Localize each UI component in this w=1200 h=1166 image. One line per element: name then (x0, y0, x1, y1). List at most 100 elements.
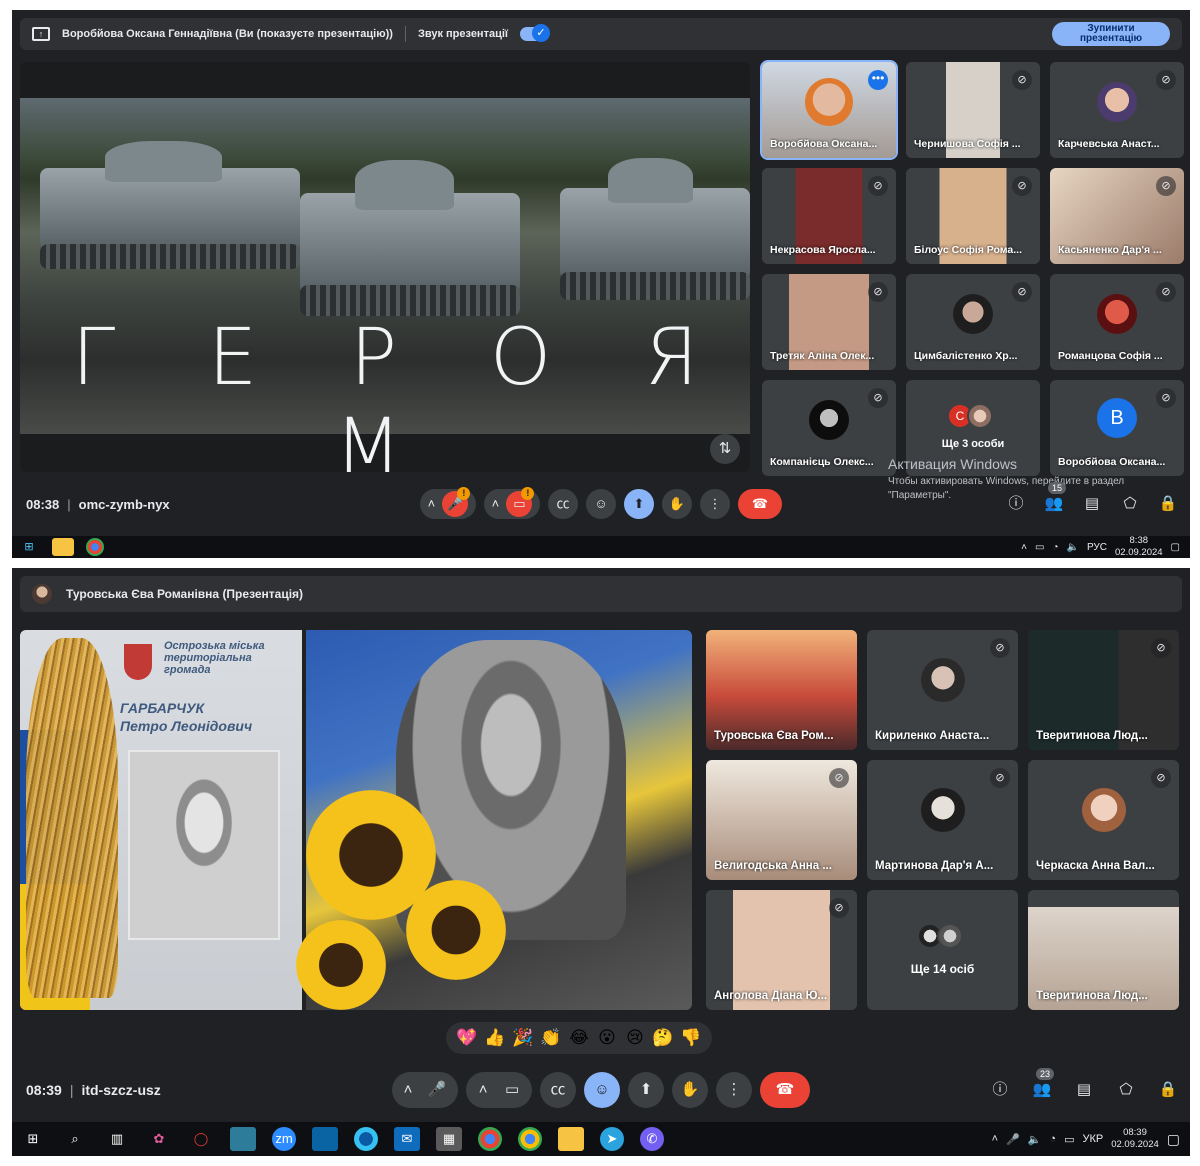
participant-tile[interactable]: ⊘ Третяк Аліна Олек... (762, 274, 896, 370)
file-explorer-icon[interactable] (52, 538, 74, 556)
participant-tile[interactable]: ⊘ Некрасова Яросла... (762, 168, 896, 264)
raise-hand-icon[interactable]: ✋ (662, 489, 692, 519)
wifi-icon[interactable]: ◔ (1052, 542, 1058, 553)
mic-off-icon[interactable]: 🎤! (442, 487, 471, 517)
notifications-icon[interactable]: ▢ (1167, 1131, 1180, 1148)
chevron-up-icon[interactable]: ˄ (992, 1133, 998, 1145)
participant-tile[interactable]: ⊘ Черкаска Анна Вал... (1028, 760, 1179, 880)
chat-icon[interactable]: ▤ (1074, 1080, 1094, 1100)
telegram-icon[interactable]: ➤ (600, 1127, 624, 1151)
search-icon[interactable]: ⌕ (62, 1127, 88, 1151)
windows-start-icon[interactable]: ⊞ (18, 538, 40, 556)
volume-icon[interactable]: 🔈 (1067, 542, 1079, 553)
captions-icon[interactable]: ㏄ (540, 1072, 576, 1108)
people-icon[interactable]: 👥 15 (1044, 482, 1067, 514)
taskbar-clock[interactable]: 8:38 02.09.2024 (1115, 535, 1163, 558)
participant-tile[interactable]: ⊘ Касьяненко Дар'я ... (1050, 168, 1184, 264)
raise-hand-icon[interactable]: ✋ (672, 1072, 708, 1108)
app-icon[interactable] (312, 1127, 338, 1151)
participant-tile[interactable]: ⊘ Чернишова Софія ... (906, 62, 1040, 158)
chevron-up-icon[interactable]: ˄ (479, 1072, 488, 1108)
mail-icon[interactable]: ✉ (394, 1127, 420, 1151)
opera-icon[interactable]: ◯ (188, 1127, 214, 1151)
captions-icon[interactable]: ㏄ (548, 489, 578, 519)
camera-control[interactable]: ˄ ▭! (484, 487, 540, 519)
end-call-button[interactable]: ☎ (760, 1072, 810, 1108)
sad-reaction[interactable]: 😢 (624, 1028, 646, 1048)
windows-start-icon[interactable]: ⊞ (20, 1127, 46, 1151)
participant-tile[interactable]: ••• Воробйова Оксана... (760, 60, 898, 160)
heart-reaction[interactable]: 💖 (456, 1028, 478, 1048)
participant-tile[interactable]: ⊘ Цимбалістенко Хр... (906, 274, 1040, 370)
camera-control[interactable]: ˄ ▭ (466, 1072, 532, 1108)
zoom-icon[interactable]: zm (272, 1127, 296, 1151)
wifi-icon[interactable]: ◔ (1049, 1133, 1056, 1145)
people-icon[interactable]: 👥 23 (1032, 1068, 1055, 1100)
thumbs-down-reaction[interactable]: 👎 (680, 1028, 702, 1048)
present-screen-icon[interactable]: ⬆ (624, 489, 654, 519)
participant-tile[interactable]: ⊘ Тверитинова Люд... (1028, 630, 1179, 750)
mic-icon[interactable]: 🎤 (1006, 1133, 1020, 1146)
participant-tile[interactable]: ⊘ Велигодська Анна ... (706, 760, 857, 880)
info-icon[interactable]: ⓘ (1006, 494, 1026, 514)
notifications-icon[interactable]: ▢ (1171, 542, 1180, 553)
chevron-up-icon[interactable]: ˄ (404, 1072, 413, 1108)
more-options-icon[interactable]: ⋮ (716, 1072, 752, 1108)
edge-icon[interactable] (354, 1127, 378, 1151)
chrome-icon[interactable] (86, 538, 104, 556)
task-view-icon[interactable]: ▥ (104, 1127, 130, 1151)
chevron-up-icon[interactable]: ˄ (492, 489, 500, 519)
language-indicator[interactable]: УКР (1082, 1133, 1103, 1145)
thinking-reaction[interactable]: 🤔 (652, 1028, 674, 1048)
viber-icon[interactable]: ✆ (640, 1127, 664, 1151)
mic-icon[interactable]: 🎤 (428, 1072, 447, 1108)
file-explorer-icon[interactable] (558, 1127, 584, 1151)
participant-tile[interactable]: ⊘ Білоус Софія Рома... (906, 168, 1040, 264)
chevron-up-icon[interactable]: ˄ (428, 489, 436, 519)
clap-reaction[interactable]: 👏 (540, 1028, 562, 1048)
language-indicator[interactable]: РУС (1087, 542, 1107, 553)
more-options-icon[interactable]: ••• (868, 70, 888, 90)
swap-layout-icon[interactable]: ⇅ (710, 434, 740, 464)
battery-icon[interactable]: ▭ (1035, 542, 1044, 553)
more-participants-tile[interactable]: Ще 14 осіб (867, 890, 1018, 1010)
thumbs-up-reaction[interactable]: 👍 (484, 1028, 506, 1048)
participant-tile[interactable]: ⊘ Мартинова Дар'я А... (867, 760, 1018, 880)
participant-tile[interactable]: ⊘ Карчевська Анаст... (1050, 62, 1184, 158)
presentation-sound-toggle[interactable] (520, 24, 550, 42)
mic-control[interactable]: ˄ 🎤 (392, 1072, 458, 1108)
activities-icon[interactable]: ⬠ (1116, 1080, 1136, 1100)
calculator-icon[interactable]: ▦ (436, 1127, 462, 1151)
laugh-reaction[interactable]: 😂 (568, 1028, 590, 1048)
emoji-reactions-icon[interactable]: ☺ (584, 1072, 620, 1108)
chrome-icon[interactable] (518, 1127, 542, 1151)
battery-icon[interactable]: ▭ (1064, 1133, 1074, 1146)
emoji-reactions-icon[interactable]: ☺ (586, 489, 616, 519)
participant-tile[interactable]: ⊘ Анголова Діана Ю... (706, 890, 857, 1010)
more-options-icon[interactable]: ⋮ (700, 489, 730, 519)
camera-icon[interactable]: ▭ (505, 1072, 519, 1108)
activities-icon[interactable]: ⬠ (1120, 494, 1140, 514)
host-controls-icon[interactable]: 🔒 (1158, 494, 1178, 514)
chevron-up-icon[interactable]: ˄ (1021, 542, 1027, 553)
mic-control[interactable]: ˄ 🎤! (420, 487, 476, 519)
info-icon[interactable]: ⓘ (990, 1080, 1010, 1100)
volume-icon[interactable]: 🔈 (1028, 1133, 1042, 1146)
participant-tile[interactable]: ⊘ Романцова Софія ... (1050, 274, 1184, 370)
end-call-button[interactable]: ☎ (738, 489, 782, 519)
host-controls-icon[interactable]: 🔒 (1158, 1080, 1178, 1100)
store-icon[interactable] (230, 1127, 256, 1151)
participant-tile[interactable]: ⊘ Компанієць Олекс... (762, 380, 896, 476)
camera-off-icon[interactable]: ▭! (506, 487, 535, 517)
app-icon[interactable]: ✿ (146, 1127, 172, 1151)
surprised-reaction[interactable]: 😮 (596, 1028, 618, 1048)
chat-icon[interactable]: ▤ (1082, 494, 1102, 514)
party-reaction[interactable]: 🎉 (512, 1028, 534, 1048)
chrome-icon[interactable] (478, 1127, 502, 1151)
stop-presenting-button[interactable]: Зупинити презентацію (1052, 22, 1170, 46)
participant-tile[interactable]: ⊘ Кириленко Анаста... (867, 630, 1018, 750)
participant-tile[interactable]: Тверитинова Люд... (1028, 890, 1179, 1010)
taskbar-clock[interactable]: 08:39 02.09.2024 (1111, 1127, 1159, 1151)
participant-tile[interactable]: Туровська Єва Ром... (706, 630, 857, 750)
present-screen-icon[interactable]: ⬆ (628, 1072, 664, 1108)
